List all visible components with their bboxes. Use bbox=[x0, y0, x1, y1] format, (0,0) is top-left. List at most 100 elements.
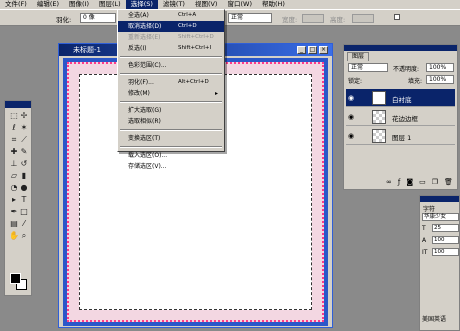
menu-item-label: 存储选区(V)... bbox=[128, 163, 167, 170]
hand-tool-icon[interactable]: ✋ bbox=[9, 231, 19, 241]
toolbox-titlebar[interactable] bbox=[5, 101, 31, 108]
select-menu-item[interactable]: 选取相似(R) bbox=[118, 116, 224, 127]
crop-tool-icon[interactable]: ⌗ bbox=[9, 135, 19, 145]
tab-character[interactable]: 字符 bbox=[423, 204, 435, 213]
select-menu-item[interactable]: 修改(M) ▸ bbox=[118, 88, 224, 99]
menu-1[interactable]: 编辑(E) bbox=[32, 0, 64, 9]
options-bar: 羽化: 0 像 正常 宽度: 高度: bbox=[0, 9, 460, 26]
menu-3[interactable]: 图层(L) bbox=[94, 0, 126, 9]
menu-item-shortcut: Ctrl+D bbox=[178, 23, 197, 29]
select-menu-item[interactable]: 重新选择(E) Shift+Ctrl+D bbox=[118, 32, 224, 43]
font-family-select[interactable]: 华康少女 bbox=[422, 213, 459, 221]
close-button[interactable]: × bbox=[319, 46, 328, 54]
menu-item-shortcut: Alt+Ctrl+D bbox=[178, 79, 209, 85]
maximize-button[interactable]: □ bbox=[308, 46, 317, 54]
move-tool-icon[interactable]: ✢ bbox=[19, 111, 29, 121]
tab-layers[interactable]: 图层 bbox=[347, 52, 369, 61]
menu-0[interactable]: 文件(F) bbox=[0, 0, 32, 9]
layer-row[interactable]: ◉ 白衬底 bbox=[346, 89, 455, 107]
font-size-input[interactable]: 25 bbox=[432, 224, 459, 232]
language-select[interactable]: 美国英语 bbox=[422, 314, 446, 323]
height-input[interactable] bbox=[352, 14, 374, 23]
leading-input[interactable]: 100 bbox=[432, 236, 459, 244]
style-select[interactable]: 正常 bbox=[228, 13, 272, 23]
layers-panel: 图层 正常 不透明度: 100% 锁定: 填充: 100% ◉ 白衬底 ◉ 花边边框 ◉… bbox=[343, 44, 458, 190]
eye-icon[interactable]: ◉ bbox=[348, 132, 357, 140]
menu-4[interactable]: 选择(S) bbox=[125, 0, 158, 9]
eraser-tool-icon[interactable]: ▱ bbox=[9, 171, 19, 181]
eye-icon[interactable]: ◉ bbox=[348, 113, 357, 121]
select-menu-item[interactable]: 扩大选取(G) bbox=[118, 105, 224, 116]
notes-tool-icon[interactable]: ▤ bbox=[9, 219, 19, 229]
fill-input[interactable]: 100% bbox=[426, 75, 454, 84]
new-layer-icon[interactable]: ❐ bbox=[432, 177, 438, 187]
layers-panel-titlebar[interactable] bbox=[344, 45, 457, 51]
menu-8[interactable]: 帮助(H) bbox=[257, 0, 290, 9]
trash-icon[interactable]: 🗑 bbox=[444, 177, 453, 187]
eye-icon[interactable]: ◉ bbox=[348, 94, 357, 102]
eyedropper-icon[interactable]: ⁄ bbox=[19, 219, 29, 229]
layer-row[interactable]: ◉ 花边边框 bbox=[346, 108, 455, 126]
menu-item-label: 重新选择(E) bbox=[128, 34, 161, 41]
lock-label: 锁定: bbox=[348, 78, 363, 85]
menu-separator bbox=[120, 56, 222, 58]
path-select-icon[interactable]: ▸ bbox=[9, 195, 19, 205]
stamp-tool-icon[interactable]: ⊥ bbox=[9, 159, 19, 169]
zoom-tool-icon[interactable]: ⌕ bbox=[19, 231, 29, 241]
menu-item-label: 选取相似(R) bbox=[128, 118, 161, 125]
select-menu-item[interactable]: 羽化(F)... Alt+Ctrl+D bbox=[118, 77, 224, 88]
vertical-scale-input[interactable]: 100 bbox=[432, 248, 459, 256]
blend-mode-select[interactable]: 正常 bbox=[348, 63, 388, 72]
layer-style-icon[interactable]: ƒ bbox=[398, 177, 400, 187]
slice-tool-icon[interactable]: ⟋ bbox=[19, 135, 29, 145]
menu-item-label: 载入选区(O)... bbox=[128, 152, 168, 159]
lasso-tool-icon[interactable]: ℓ bbox=[9, 123, 19, 133]
type-tool-icon[interactable]: T bbox=[19, 195, 29, 205]
pen-tool-icon[interactable]: ✒ bbox=[9, 207, 19, 217]
menu-separator bbox=[120, 101, 222, 103]
menu-6[interactable]: 视图(V) bbox=[190, 0, 223, 9]
layer-row[interactable]: ◉ 图层 1 bbox=[346, 127, 455, 145]
submenu-arrow-icon: ▸ bbox=[214, 90, 218, 97]
link-icon[interactable]: ∞ bbox=[386, 177, 392, 187]
opacity-input[interactable]: 100% bbox=[426, 63, 454, 72]
select-menu-item[interactable]: 色彩范围(C)... bbox=[118, 60, 224, 71]
minimize-button[interactable]: _ bbox=[297, 46, 306, 54]
mask-icon[interactable]: ◙ bbox=[406, 177, 413, 187]
select-menu-item[interactable]: 全选(A) Ctrl+A bbox=[118, 10, 224, 21]
feather-input[interactable]: 0 像 bbox=[80, 13, 116, 23]
menu-separator bbox=[120, 73, 222, 75]
character-panel: 字符 华康少女 T 25 A 100 IT 100 美国英语 bbox=[419, 195, 460, 331]
new-set-icon[interactable]: ▭ bbox=[419, 177, 426, 187]
blur-tool-icon[interactable]: ◔ bbox=[9, 183, 19, 193]
select-menu-item[interactable]: 变换选区(T) bbox=[118, 133, 224, 144]
layers-panel-footer: ∞ ƒ ◙ ▭ ❐ 🗑 bbox=[346, 177, 455, 187]
select-menu-item[interactable]: 存储选区(V)... bbox=[118, 161, 224, 172]
select-menu-item[interactable]: 载入选区(O)... bbox=[118, 150, 224, 161]
magic-wand-icon[interactable]: ✶ bbox=[19, 123, 29, 133]
palette-well-icon[interactable] bbox=[394, 14, 400, 20]
opacity-label: 不透明度: bbox=[393, 66, 420, 73]
select-menu-item[interactable]: 取消选择(D) Ctrl+D bbox=[118, 21, 224, 32]
character-panel-titlebar[interactable] bbox=[420, 196, 459, 202]
menu-7[interactable]: 窗口(W) bbox=[222, 0, 257, 9]
menu-item-label: 取消选择(D) bbox=[128, 23, 162, 30]
menu-item-label: 修改(M) bbox=[128, 90, 150, 97]
menu-5[interactable]: 滤镜(T) bbox=[158, 0, 190, 9]
select-menu-item[interactable]: 反选(I) Shift+Ctrl+I bbox=[118, 43, 224, 54]
width-label: 宽度: bbox=[282, 16, 298, 24]
brush-tool-icon[interactable]: ✎ bbox=[19, 147, 29, 157]
menu-item-label: 色彩范围(C)... bbox=[128, 62, 167, 69]
dodge-tool-icon[interactable]: ● bbox=[19, 183, 29, 193]
width-input[interactable] bbox=[302, 14, 324, 23]
marquee-tool-icon[interactable]: ⬚ bbox=[9, 111, 19, 121]
healing-brush-icon[interactable]: ✚ bbox=[9, 147, 19, 157]
foreground-color-swatch[interactable] bbox=[10, 273, 21, 284]
select-menu: 全选(A) Ctrl+A 取消选择(D) Ctrl+D 重新选择(E) Shift+Ctr… bbox=[117, 9, 225, 170]
shape-tool-icon[interactable]: □ bbox=[19, 207, 29, 217]
menu-item-label: 扩大选取(G) bbox=[128, 107, 162, 114]
gradient-tool-icon[interactable]: ▮ bbox=[19, 171, 29, 181]
menu-2[interactable]: 图像(I) bbox=[64, 0, 94, 9]
history-brush-icon[interactable]: ↺ bbox=[19, 159, 29, 169]
menu-item-label: 变换选区(T) bbox=[128, 135, 161, 142]
